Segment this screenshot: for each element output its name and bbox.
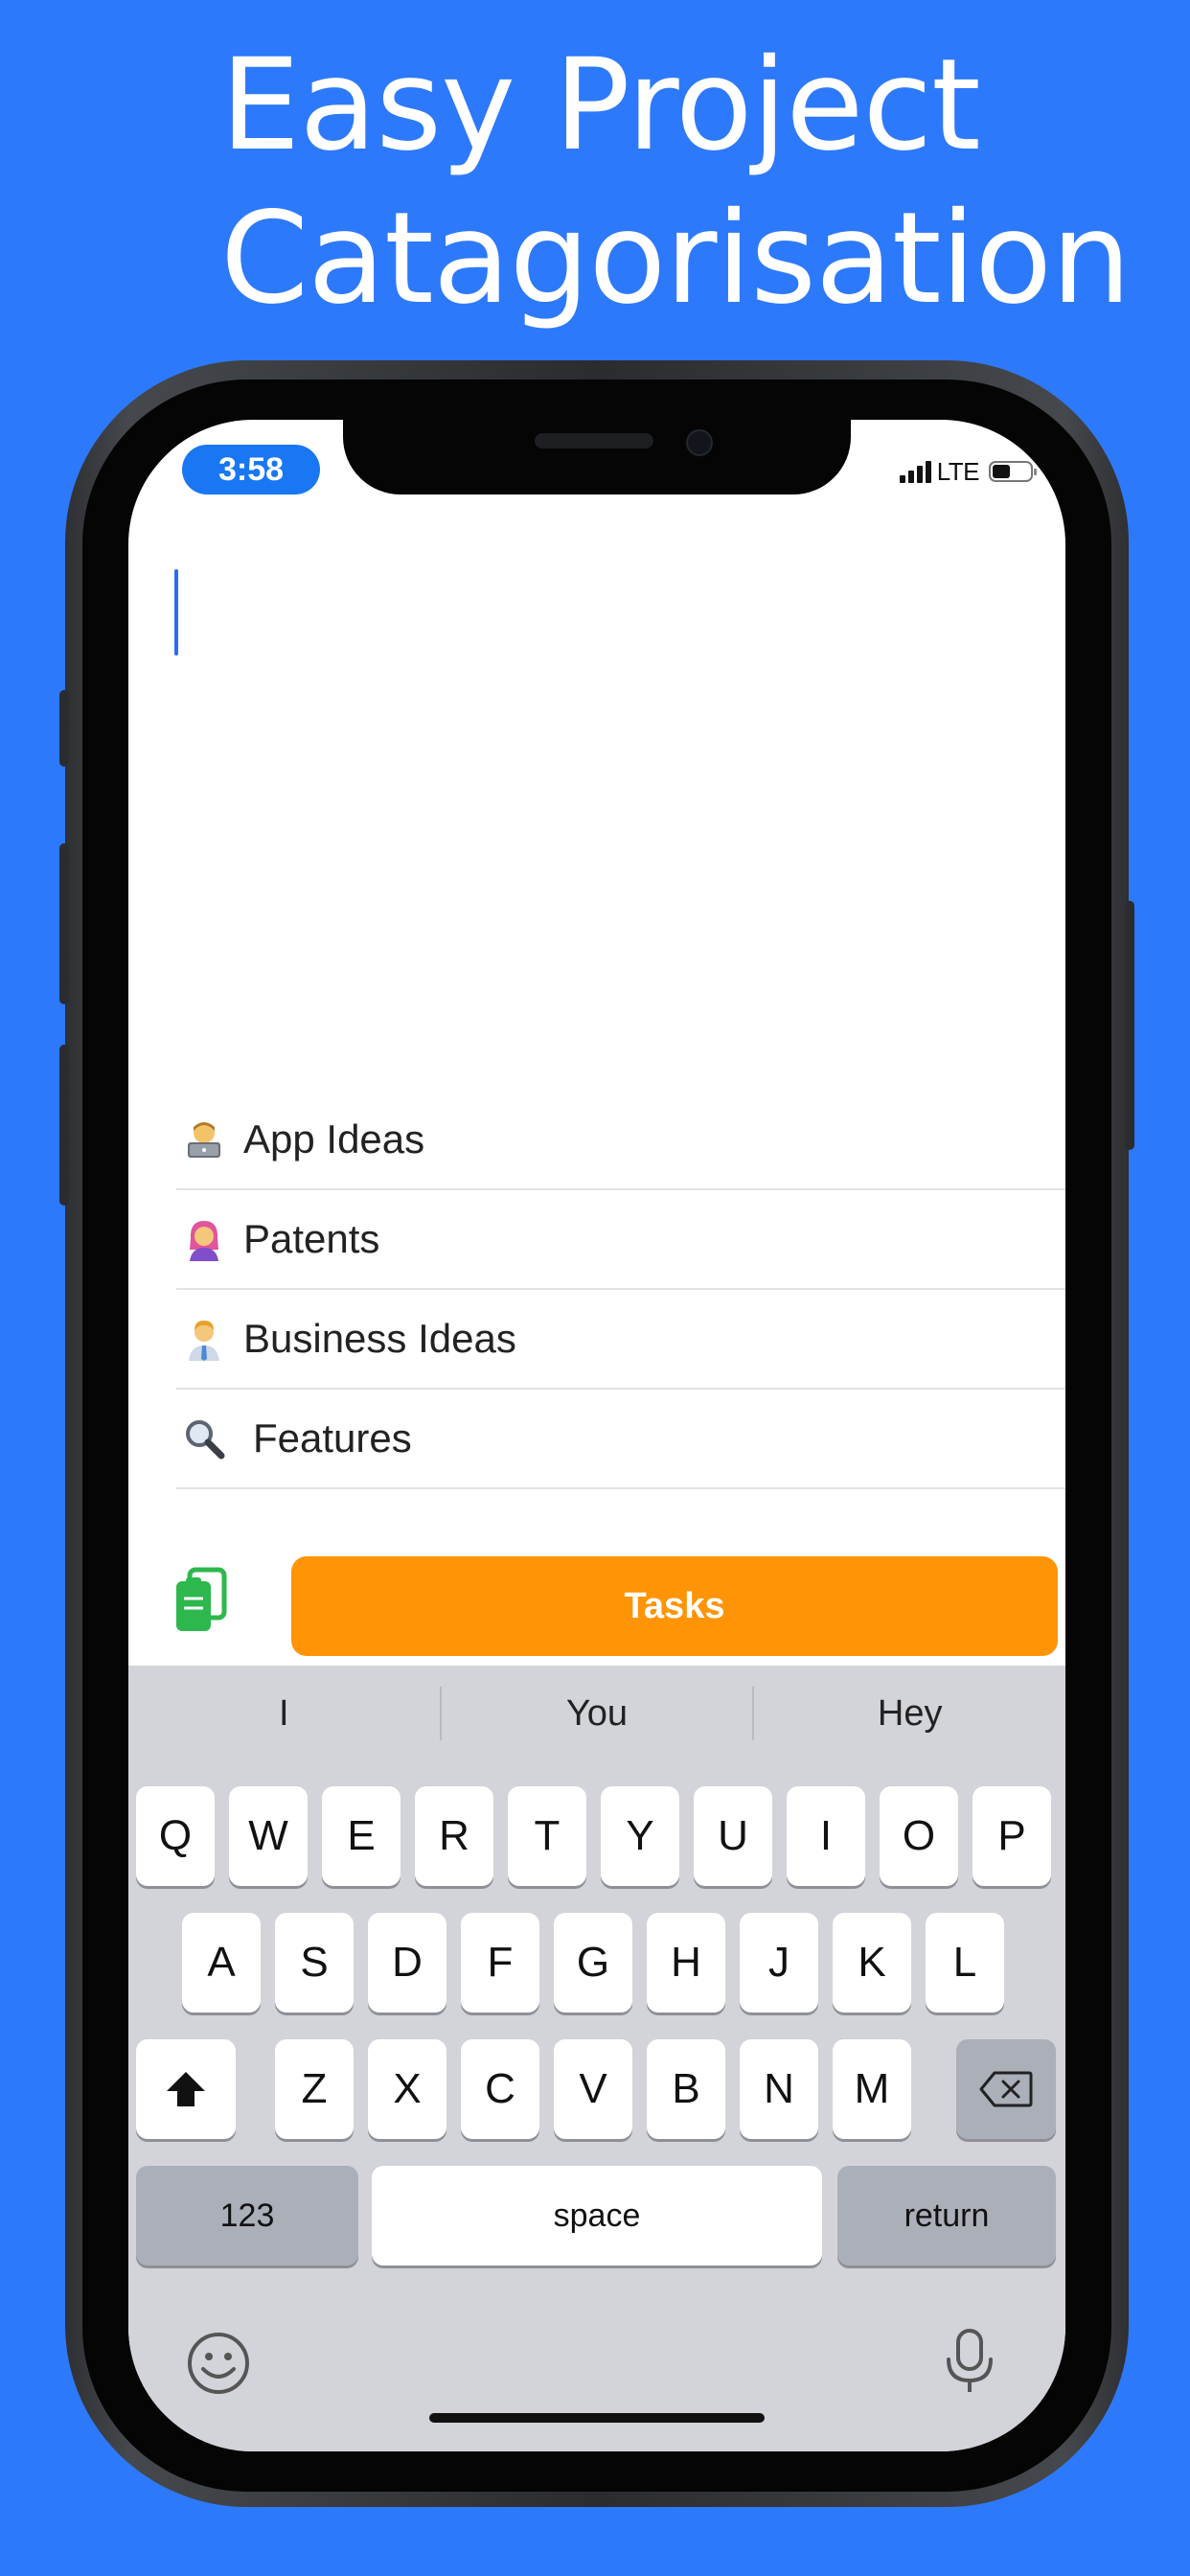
category-list: App Ideas Patents Business Ideas Feature… xyxy=(176,1091,1065,1489)
volume-down-button xyxy=(59,1045,69,1206)
category-label: Business Ideas xyxy=(243,1316,516,1361)
key-x[interactable]: X xyxy=(368,2039,446,2139)
return-key[interactable]: return xyxy=(837,2166,1056,2266)
shift-key[interactable] xyxy=(136,2039,236,2139)
technologist-emoji-icon xyxy=(188,1122,220,1158)
phone-screen: 3:58 LTE App Ideas Patents Business Idea… xyxy=(128,420,1065,2451)
battery-icon xyxy=(989,461,1037,482)
front-camera xyxy=(686,429,713,456)
tasks-button[interactable]: Tasks xyxy=(291,1556,1058,1656)
key-m[interactable]: M xyxy=(833,2039,911,2139)
category-label: App Ideas xyxy=(243,1116,425,1162)
backspace-icon xyxy=(979,2071,1033,2107)
key-c[interactable]: C xyxy=(461,2039,539,2139)
volume-up-button xyxy=(59,843,69,1004)
power-button xyxy=(1125,901,1134,1150)
text-cursor xyxy=(174,569,178,656)
network-type: LTE xyxy=(936,456,980,486)
suggestion-3[interactable]: Hey xyxy=(754,1683,1065,1744)
headline-line-2: Catagorisation xyxy=(220,185,1132,333)
mute-switch xyxy=(59,690,69,767)
delete-key[interactable] xyxy=(956,2039,1056,2139)
key-i[interactable]: I xyxy=(787,1786,865,1886)
key-j[interactable]: J xyxy=(740,1913,818,2012)
bottom-toolbar: Tasks xyxy=(128,1549,1065,1664)
suggestion-bar: I You Hey xyxy=(128,1683,1065,1744)
key-t[interactable]: T xyxy=(508,1786,586,1886)
status-time: 3:58 xyxy=(182,445,320,494)
key-a[interactable]: A xyxy=(182,1913,261,2012)
man-office-worker-emoji-icon xyxy=(189,1321,219,1361)
keyboard: I You Hey Q W E R T Y U I O P A S D F G … xyxy=(128,1666,1065,2451)
home-indicator xyxy=(429,2413,765,2423)
key-o[interactable]: O xyxy=(880,1786,958,1886)
note-text-area[interactable] xyxy=(128,525,1065,1081)
headline: Easy Project Catagorisation xyxy=(220,29,1132,335)
key-v[interactable]: V xyxy=(554,2039,632,2139)
category-label: Patents xyxy=(243,1216,380,1261)
microphone-icon[interactable] xyxy=(943,2327,996,2396)
key-n[interactable]: N xyxy=(740,2039,818,2139)
key-h[interactable]: H xyxy=(647,1913,725,2012)
emoji-icon[interactable] xyxy=(186,2331,251,2396)
key-r[interactable]: R xyxy=(415,1786,493,1886)
space-bar[interactable]: space xyxy=(372,2166,822,2266)
suggestion-2[interactable]: You xyxy=(442,1683,753,1744)
shift-arrow-icon xyxy=(167,2072,205,2106)
category-item-patents[interactable]: Patents xyxy=(176,1190,1065,1290)
key-b[interactable]: B xyxy=(647,2039,725,2139)
key-e[interactable]: E xyxy=(322,1786,400,1886)
category-item-business-ideas[interactable]: Business Ideas xyxy=(176,1290,1065,1390)
magnifying-glass-emoji-icon xyxy=(186,1420,225,1460)
suggestion-1[interactable]: I xyxy=(128,1683,440,1744)
signal-strength-icon xyxy=(899,460,931,483)
key-u[interactable]: U xyxy=(694,1786,772,1886)
key-w[interactable]: W xyxy=(229,1786,308,1886)
key-f[interactable]: F xyxy=(461,1913,539,2012)
copy-clipboard-icon[interactable] xyxy=(171,1566,232,1635)
key-k[interactable]: K xyxy=(833,1913,911,2012)
key-g[interactable]: G xyxy=(554,1913,632,2012)
key-s[interactable]: S xyxy=(275,1913,354,2012)
key-l[interactable]: L xyxy=(926,1913,1004,2012)
key-z[interactable]: Z xyxy=(275,2039,354,2139)
category-item-features[interactable]: Features xyxy=(176,1390,1065,1489)
headline-line-1: Easy Project xyxy=(220,32,981,179)
key-y[interactable]: Y xyxy=(601,1786,679,1886)
status-indicators: LTE xyxy=(899,454,1037,489)
woman-pink-hair-emoji-icon xyxy=(190,1221,218,1261)
category-label: Features xyxy=(253,1415,412,1460)
numbers-key[interactable]: 123 xyxy=(136,2166,358,2266)
key-p[interactable]: P xyxy=(973,1786,1051,1886)
key-q[interactable]: Q xyxy=(136,1786,215,1886)
key-d[interactable]: D xyxy=(368,1913,446,2012)
category-item-app-ideas[interactable]: App Ideas xyxy=(176,1091,1065,1190)
notch xyxy=(343,420,851,494)
earpiece-speaker xyxy=(535,433,653,448)
